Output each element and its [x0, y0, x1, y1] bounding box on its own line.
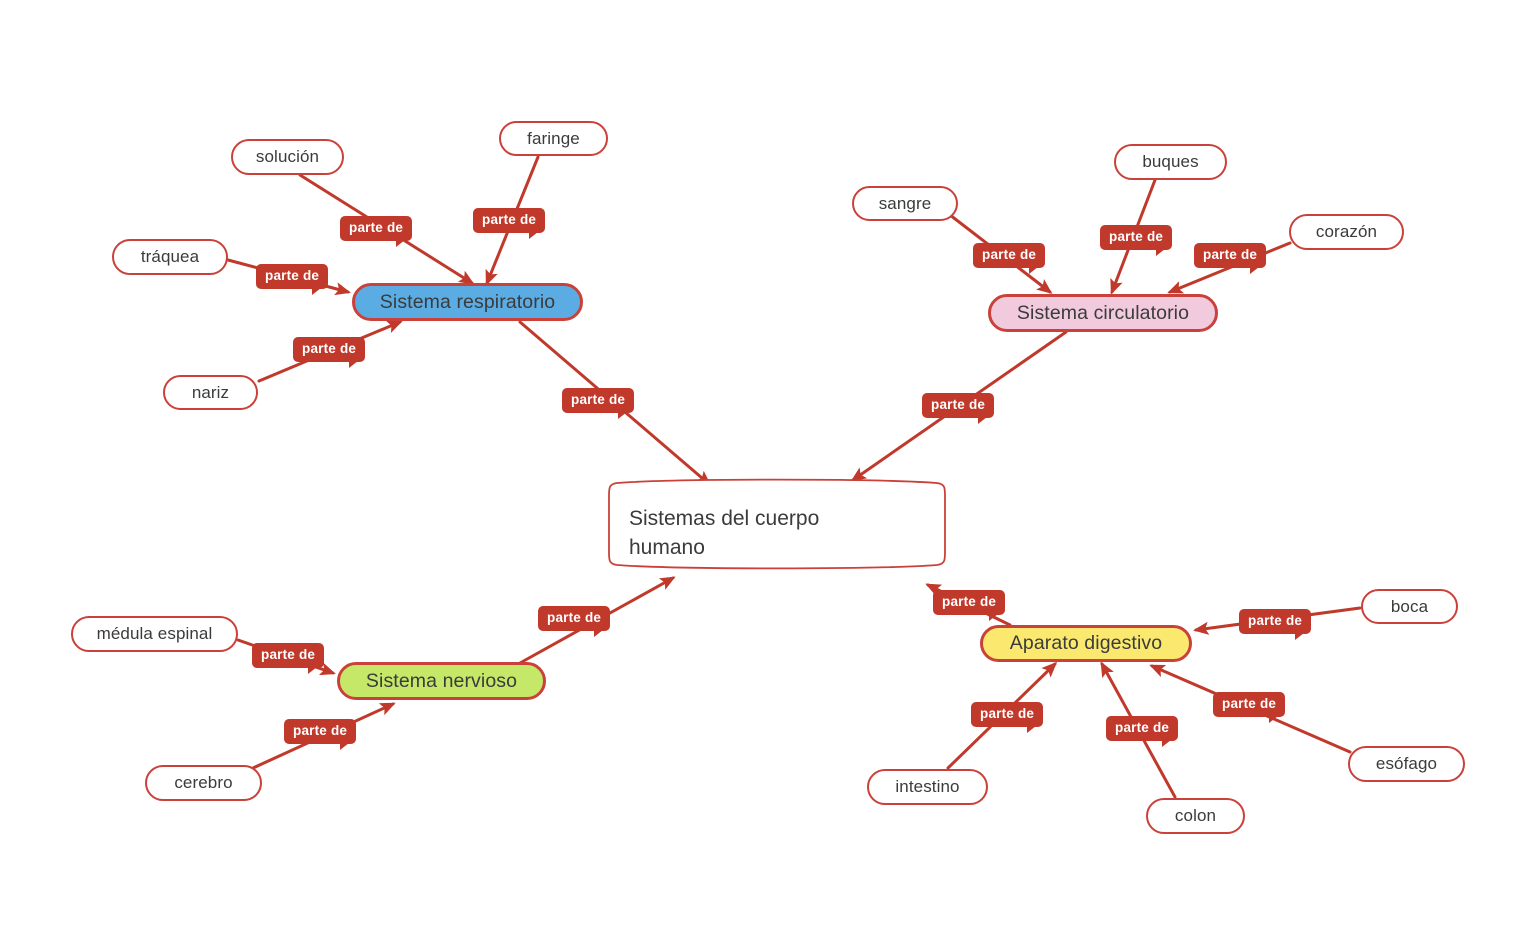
leaf-node-label: intestino: [895, 777, 960, 796]
leaf-node-label: sangre: [878, 193, 932, 213]
leaf-node-medula-espinal[interactable]: médula espinal: [71, 616, 238, 652]
edge-label-solucion-respiratorio[interactable]: parte de: [340, 216, 413, 246]
central-node-label: Sistemas del cuerpo humano: [629, 504, 889, 562]
leaf-node-label: médula espinal: [96, 624, 213, 643]
edge-label-nervioso-central[interactable]: parte de: [538, 606, 611, 636]
edge-label-faringe-respiratorio[interactable]: parte de: [473, 208, 546, 238]
edge-label-colon-digestivo[interactable]: parte de: [1106, 716, 1179, 746]
edge-label-digestivo-central[interactable]: parte de: [933, 590, 1006, 620]
edge-label-boca-digestivo[interactable]: parte de: [1239, 609, 1312, 639]
central-node-label-line2: humano: [629, 536, 705, 559]
leaf-node-cerebro[interactable]: cerebro: [145, 765, 262, 801]
system-node-digestivo[interactable]: Aparato digestivo: [980, 625, 1192, 662]
leaf-node-label: cerebro: [174, 773, 233, 792]
edge-label-sangre-circulatorio[interactable]: parte de: [973, 243, 1046, 273]
leaf-node-label: nariz: [191, 382, 230, 402]
leaf-node-faringe[interactable]: faringe: [499, 121, 608, 156]
edge-label-cerebro-nervioso[interactable]: parte de: [284, 719, 357, 749]
leaf-node-esofago[interactable]: esófago: [1348, 746, 1465, 782]
edge-paths: [226, 155, 1362, 799]
leaf-node-label: buques: [1142, 152, 1199, 171]
leaf-node-label: boca: [1390, 596, 1429, 616]
leaf-node-solucion[interactable]: solución: [231, 139, 344, 175]
leaf-node-sangre[interactable]: sangre: [852, 186, 958, 221]
central-node[interactable]: Sistemas del cuerpo humano: [607, 478, 947, 570]
leaf-node-boca[interactable]: boca: [1361, 589, 1458, 624]
system-node-label: Sistema nervioso: [365, 669, 518, 692]
leaf-node-label: tráquea: [140, 247, 200, 266]
edge-label-nariz-respiratorio[interactable]: parte de: [293, 337, 366, 367]
edge-label-medula-nervioso[interactable]: parte de: [252, 643, 325, 673]
edge-layer: [226, 155, 1362, 799]
leaf-node-label: colon: [1174, 806, 1217, 825]
edge-label-intestino-digestivo[interactable]: parte de: [971, 702, 1044, 732]
central-node-label-line1: Sistemas del cuerpo: [629, 507, 820, 530]
leaf-node-intestino[interactable]: intestino: [867, 769, 988, 805]
system-node-label: Sistema circulatorio: [1016, 301, 1190, 324]
leaf-node-label: esófago: [1375, 754, 1438, 773]
leaf-node-label: solución: [255, 147, 320, 166]
leaf-node-nariz[interactable]: nariz: [163, 375, 258, 410]
edge-label-esofago-digestivo[interactable]: parte de: [1213, 692, 1286, 722]
leaf-node-label: corazón: [1315, 222, 1378, 241]
leaf-node-traquea[interactable]: tráquea: [112, 239, 228, 275]
leaf-node-label: faringe: [527, 128, 580, 148]
leaf-node-colon[interactable]: colon: [1146, 798, 1245, 834]
concept-map-canvas: Sistemas del cuerpo humano Sistema respi…: [0, 0, 1535, 950]
edge-label-corazon-circulatorio[interactable]: parte de: [1194, 243, 1267, 273]
edge-label-buques-circulatorio[interactable]: parte de: [1100, 225, 1173, 255]
system-node-respiratorio[interactable]: Sistema respiratorio: [352, 283, 583, 321]
leaf-node-corazon[interactable]: corazón: [1289, 214, 1404, 250]
system-node-nervioso[interactable]: Sistema nervioso: [337, 662, 546, 700]
system-node-circulatorio[interactable]: Sistema circulatorio: [988, 294, 1218, 332]
edge-label-circulatorio-central[interactable]: parte de: [922, 393, 995, 423]
edge-label-respiratorio-central[interactable]: parte de: [562, 388, 635, 418]
system-node-label: Aparato digestivo: [1009, 632, 1163, 654]
system-node-label: Sistema respiratorio: [379, 290, 556, 313]
edge-label-traquea-respiratorio[interactable]: parte de: [256, 264, 329, 294]
leaf-node-buques[interactable]: buques: [1114, 144, 1227, 180]
